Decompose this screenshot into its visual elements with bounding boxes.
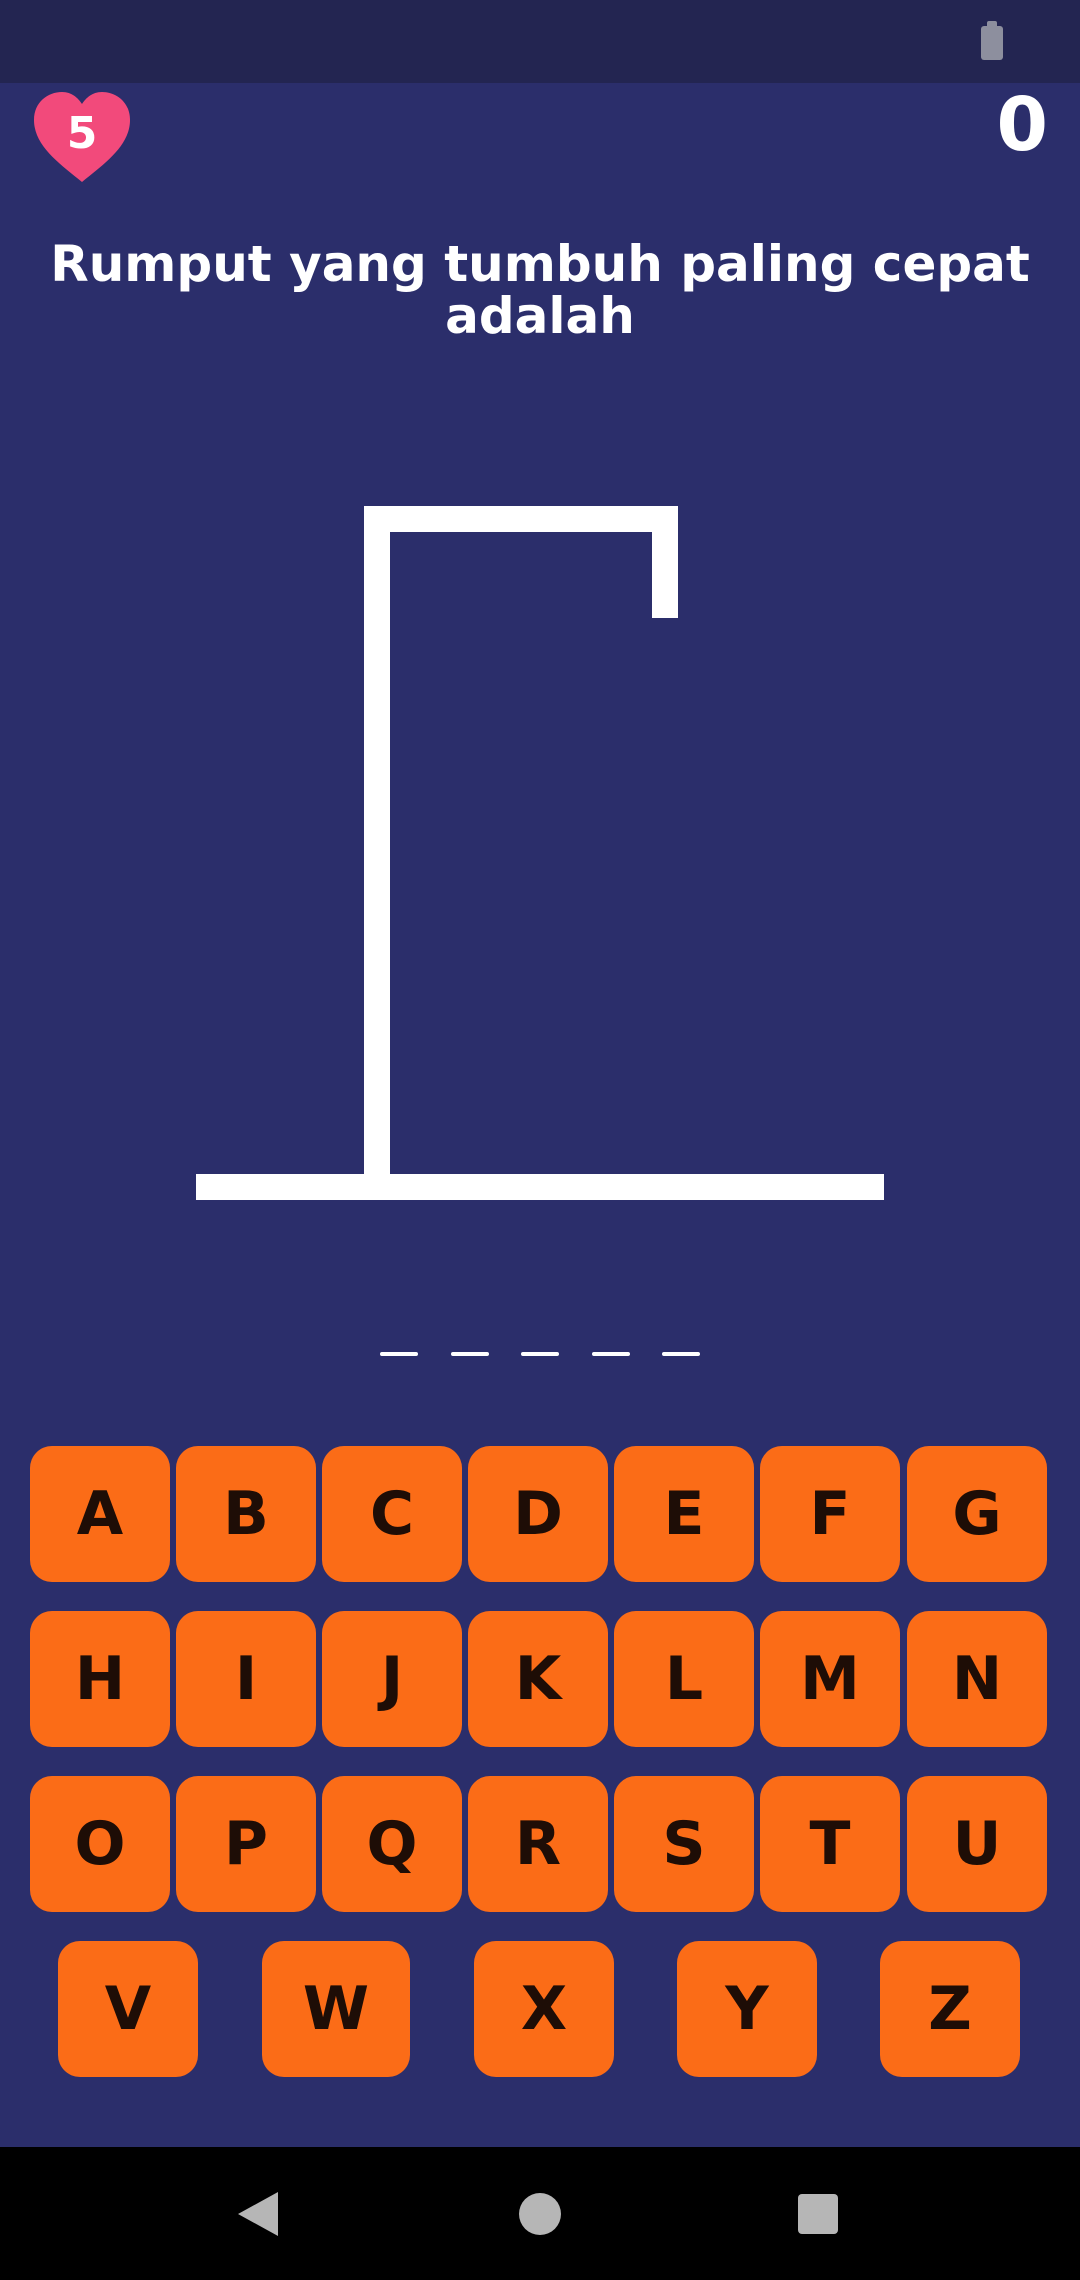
key-g[interactable]: G (907, 1446, 1047, 1582)
answer-slot (591, 1352, 630, 1356)
recent-square-icon[interactable] (798, 2194, 838, 2234)
key-p[interactable]: P (176, 1776, 316, 1912)
key-b[interactable]: B (176, 1446, 316, 1582)
key-w[interactable]: W (262, 1941, 410, 2077)
key-d[interactable]: D (468, 1446, 608, 1582)
answer-slot (521, 1352, 559, 1356)
key-i[interactable]: I (176, 1611, 316, 1747)
key-v[interactable]: V (58, 1941, 198, 2077)
key-e[interactable]: E (614, 1446, 754, 1582)
key-o[interactable]: O (30, 1776, 170, 1912)
key-u[interactable]: U (907, 1776, 1047, 1912)
answer-slot (450, 1352, 489, 1356)
key-z[interactable]: Z (880, 1941, 1020, 2077)
key-y[interactable]: Y (677, 1941, 817, 2077)
nav-bar (0, 2147, 1080, 2280)
back-triangle-icon[interactable] (238, 2192, 278, 2236)
gallows-base (196, 1174, 884, 1200)
home-circle-icon[interactable] (519, 2193, 561, 2235)
key-j[interactable]: J (322, 1611, 462, 1747)
gallows-rope (652, 506, 678, 618)
key-a[interactable]: A (30, 1446, 170, 1582)
gallows-post (364, 506, 390, 1174)
gallows-beam (364, 506, 678, 532)
key-l[interactable]: L (614, 1611, 754, 1747)
key-k[interactable]: K (468, 1611, 608, 1747)
answer-blanks (380, 1346, 700, 1366)
gallows (196, 506, 884, 1200)
key-n[interactable]: N (907, 1611, 1047, 1747)
answer-slot (380, 1352, 418, 1356)
key-t[interactable]: T (760, 1776, 900, 1912)
key-f[interactable]: F (760, 1446, 900, 1582)
key-c[interactable]: C (322, 1446, 462, 1582)
key-r[interactable]: R (468, 1776, 608, 1912)
key-q[interactable]: Q (322, 1776, 462, 1912)
key-m[interactable]: M (760, 1611, 900, 1747)
key-h[interactable]: H (30, 1611, 170, 1747)
answer-slot (662, 1352, 700, 1356)
key-s[interactable]: S (614, 1776, 754, 1912)
key-x[interactable]: X (474, 1941, 614, 2077)
